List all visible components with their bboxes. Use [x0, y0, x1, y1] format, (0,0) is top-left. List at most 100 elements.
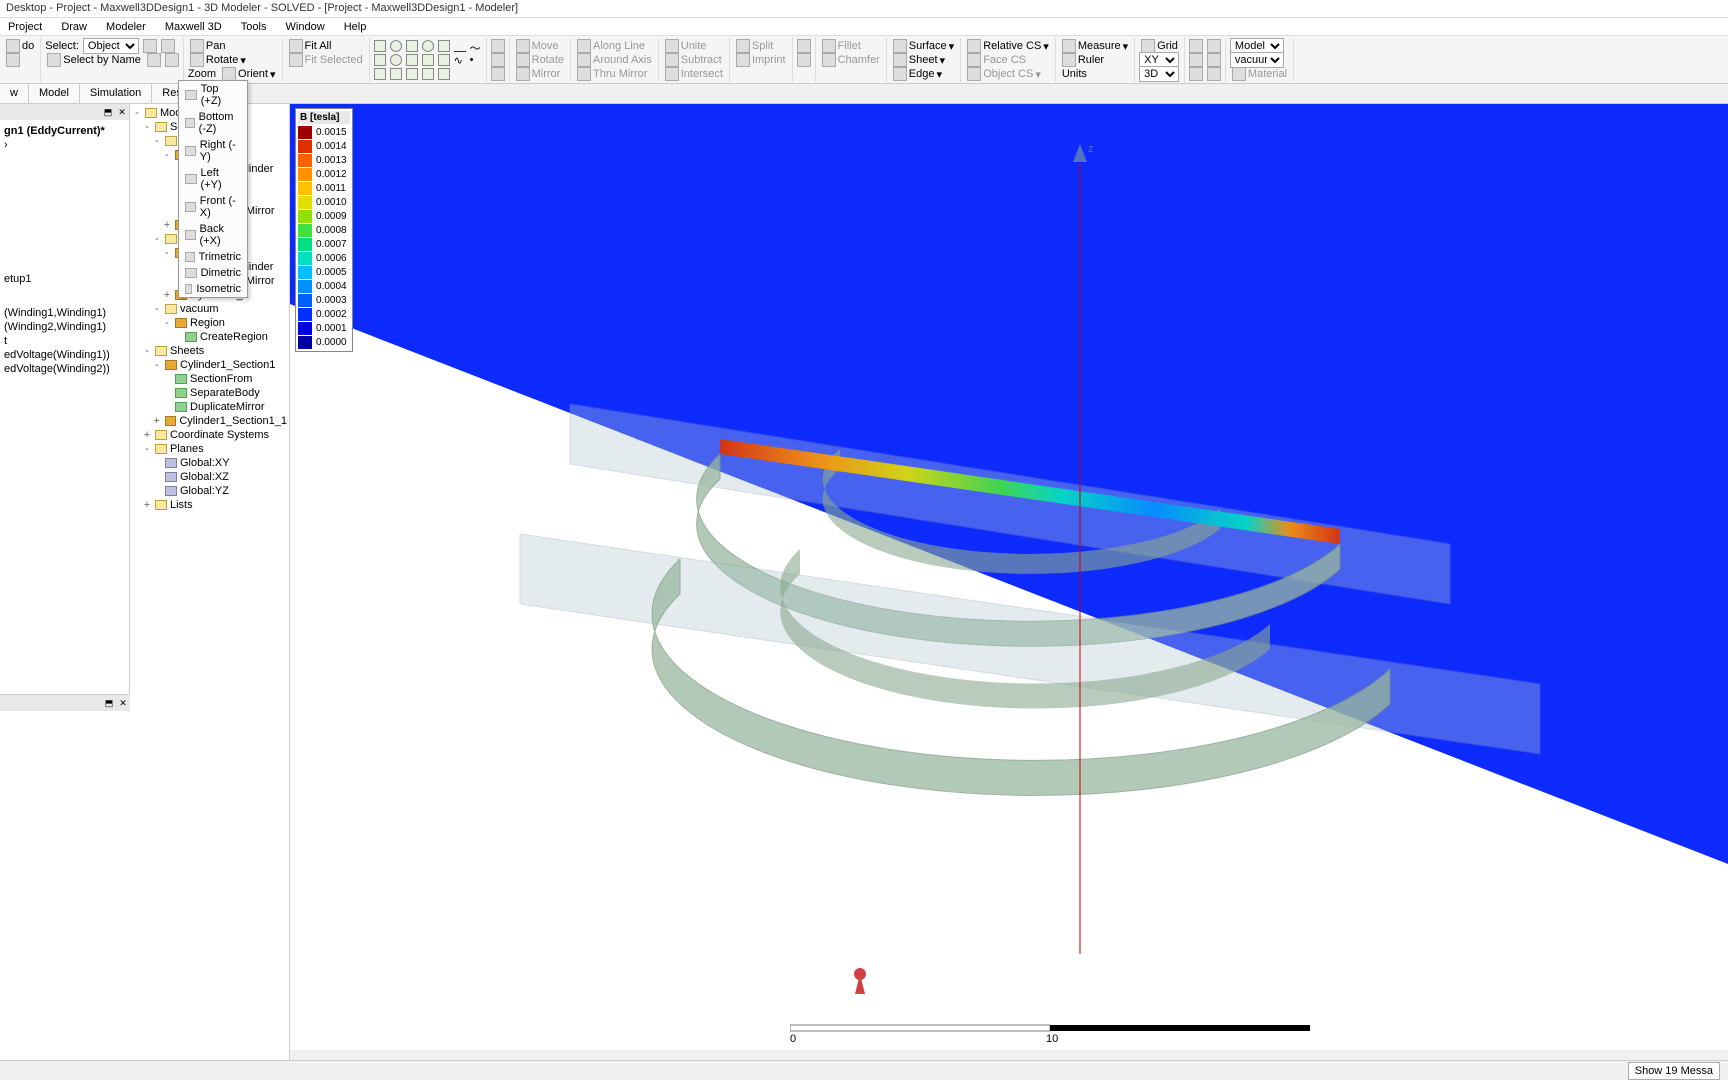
tab-view[interactable]: w: [0, 84, 29, 103]
loft-icon[interactable]: [491, 67, 505, 81]
project-tree-item-2[interactable]: t: [4, 334, 125, 348]
fit-selected-button[interactable]: Fit Selected: [287, 52, 365, 68]
tree-row[interactable]: -Planes: [132, 442, 287, 456]
intersect-button[interactable]: Intersect: [663, 66, 725, 82]
shape-c-icon[interactable]: [406, 68, 418, 80]
shape-d-icon[interactable]: [422, 68, 434, 80]
menu-project[interactable]: Project: [0, 19, 50, 35]
expand-icon[interactable]: +: [162, 289, 172, 301]
3d-viewport[interactable]: z: [290, 104, 1728, 1050]
units-button[interactable]: Units: [1060, 67, 1089, 81]
select-object-icon[interactable]: [143, 39, 157, 53]
tree-row[interactable]: -Sheets: [132, 344, 287, 358]
project-tree-design[interactable]: gn1 (EddyCurrent)*: [4, 124, 125, 138]
project-tree-setup[interactable]: etup1: [4, 272, 125, 286]
expand-icon[interactable]: -: [132, 107, 142, 119]
ruler-button[interactable]: Ruler: [1060, 52, 1106, 68]
expand-icon[interactable]: +: [142, 429, 152, 441]
box-shape-icon[interactable]: [374, 40, 386, 52]
shape-a-icon[interactable]: [374, 68, 386, 80]
ctx-bottom[interactable]: Bottom (-Z): [179, 109, 247, 137]
sphere-shape-icon[interactable]: [422, 40, 434, 52]
project-tree-blank1[interactable]: ›: [4, 138, 125, 152]
expand-icon[interactable]: -: [152, 135, 162, 147]
expand-icon[interactable]: -: [152, 359, 162, 371]
project-tree-item-1[interactable]: (Winding2,Winding1): [4, 320, 125, 334]
thru-mirror-button[interactable]: Thru Mirror: [575, 66, 649, 82]
menu-maxwell3d[interactable]: Maxwell 3D: [157, 19, 230, 35]
tree-row[interactable]: -Region: [132, 316, 287, 330]
tree-row[interactable]: +Coordinate Systems: [132, 428, 287, 442]
color-legend[interactable]: B [tesla] 0.00150.00140.00130.00120.0011…: [295, 108, 353, 352]
ctx-right[interactable]: Right (-Y): [179, 137, 247, 165]
show-messages-button[interactable]: Show 19 Messa: [1628, 1062, 1720, 1080]
sweep-icon[interactable]: [491, 39, 505, 53]
boolean-icon-b[interactable]: [797, 53, 811, 67]
pin-icon[interactable]: ⬒: [104, 698, 114, 708]
menu-modeler[interactable]: Modeler: [98, 19, 154, 35]
snap-f-icon[interactable]: [1207, 67, 1221, 81]
select-opt-icon[interactable]: [147, 53, 161, 67]
expand-icon[interactable]: -: [152, 233, 162, 245]
material-button[interactable]: Material: [1230, 66, 1289, 82]
tree-row[interactable]: Global:XZ: [132, 470, 287, 484]
snap-c-icon[interactable]: [1189, 53, 1203, 67]
tree-row[interactable]: DuplicateMirror: [132, 400, 287, 414]
pin-icon[interactable]: ⬒: [103, 107, 113, 117]
rect-shape-icon[interactable]: [374, 54, 386, 66]
select-by-name-button[interactable]: Select by Name: [45, 52, 143, 68]
project-tree-item-4[interactable]: edVoltage(Winding2)): [4, 362, 125, 376]
ctx-dimetric[interactable]: Dimetric: [179, 265, 247, 281]
snap-a-icon[interactable]: [1189, 39, 1203, 53]
spline-shape-icon[interactable]: ∿: [454, 54, 466, 66]
snap-e-icon[interactable]: [1189, 67, 1203, 81]
expand-icon[interactable]: -: [142, 443, 152, 455]
regpoly-shape-icon[interactable]: [422, 54, 434, 66]
tree-row[interactable]: +Lists: [132, 498, 287, 512]
tree-row[interactable]: -Cylinder1_Section1: [132, 358, 287, 372]
select-face-icon[interactable]: [161, 39, 175, 53]
edge-button[interactable]: Edge ▾: [891, 66, 944, 82]
tree-row[interactable]: +Cylinder1_Section1_1: [132, 414, 287, 428]
cone-shape-icon[interactable]: [438, 40, 450, 52]
mirror-button[interactable]: Mirror: [514, 66, 563, 82]
expand-icon[interactable]: +: [152, 415, 162, 427]
expand-icon[interactable]: -: [152, 303, 162, 315]
tab-simulation[interactable]: Simulation: [80, 84, 152, 103]
shape-b-icon[interactable]: [390, 68, 402, 80]
imprint-button[interactable]: Imprint: [734, 52, 788, 68]
menu-tools[interactable]: Tools: [233, 19, 275, 35]
project-tree-item-3[interactable]: edVoltage(Winding1)): [4, 348, 125, 362]
ctx-isometric[interactable]: Isometric: [179, 281, 247, 297]
torus-shape-icon[interactable]: [438, 54, 450, 66]
ctx-back[interactable]: Back (+X): [179, 221, 247, 249]
ellipse-shape-icon[interactable]: [406, 54, 418, 66]
menu-window[interactable]: Window: [278, 19, 333, 35]
cylinder-shape-icon[interactable]: [390, 40, 402, 52]
orient-context-menu[interactable]: Top (+Z) Bottom (-Z) Right (-Y) Left (+Y…: [178, 80, 248, 298]
expand-icon[interactable]: -: [162, 149, 172, 161]
tree-row[interactable]: Global:XY: [132, 456, 287, 470]
tab-model[interactable]: Model: [29, 84, 80, 103]
expand-icon[interactable]: -: [142, 121, 152, 133]
select-opt2-icon[interactable]: [165, 53, 179, 67]
shape-e-icon[interactable]: [438, 68, 450, 80]
tree-row[interactable]: CreateRegion: [132, 330, 287, 344]
revolve-icon[interactable]: [491, 53, 505, 67]
point-shape-icon[interactable]: •: [470, 54, 482, 66]
ctx-top[interactable]: Top (+Z): [179, 81, 247, 109]
line-shape-icon[interactable]: [454, 40, 466, 52]
menu-help[interactable]: Help: [336, 19, 375, 35]
ctx-trimetric[interactable]: Trimetric: [179, 249, 247, 265]
snap-b-icon[interactable]: [1207, 39, 1221, 53]
close-icon[interactable]: ✕: [117, 107, 127, 117]
close-icon[interactable]: ✕: [118, 698, 128, 708]
redo-button[interactable]: [4, 52, 22, 68]
expand-icon[interactable]: -: [142, 345, 152, 357]
dim-dropdown[interactable]: 3D: [1139, 66, 1179, 82]
boolean-icon-a[interactable]: [797, 39, 811, 53]
tree-row[interactable]: Global:YZ: [132, 484, 287, 498]
ctx-front[interactable]: Front (-X): [179, 193, 247, 221]
project-tree[interactable]: gn1 (EddyCurrent)* › etup1 (Winding1,Win…: [0, 120, 129, 380]
expand-icon[interactable]: +: [162, 219, 172, 231]
